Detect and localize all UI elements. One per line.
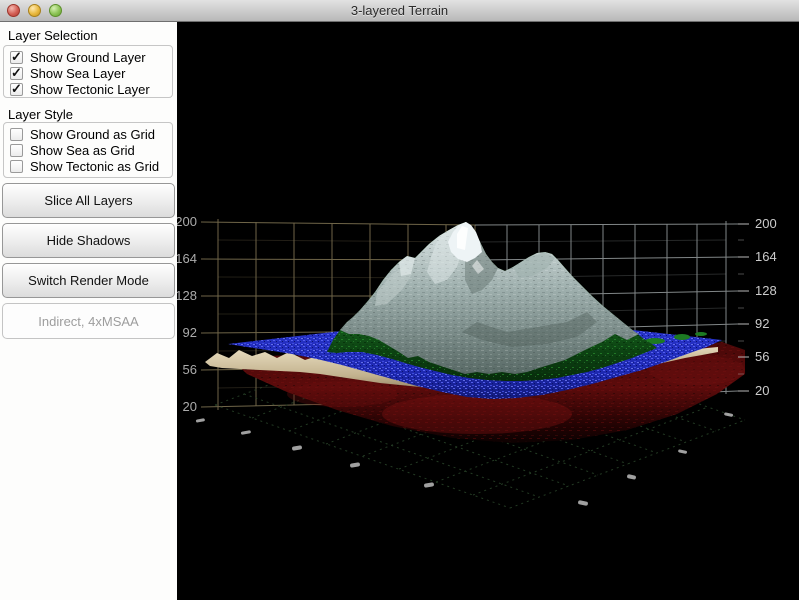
svg-text:56: 56: [183, 362, 197, 377]
close-button[interactable]: [7, 4, 20, 17]
checkbox-label: Show Tectonic as Grid: [30, 158, 160, 174]
svg-text:56: 56: [755, 349, 769, 364]
checkmark-icon: ✓: [11, 48, 22, 64]
checkbox-label: Show Ground as Grid: [30, 126, 156, 142]
checkmark-icon: ✓: [11, 80, 22, 96]
zoom-button[interactable]: [49, 4, 62, 17]
checkbox-show-tectonic-layer[interactable]: ✓ Show Tectonic Layer: [10, 81, 172, 97]
checkbox-box[interactable]: [10, 159, 23, 173]
svg-text:164: 164: [177, 251, 197, 266]
checkbox-box[interactable]: [10, 127, 23, 141]
slice-all-layers-button[interactable]: Slice All Layers: [2, 183, 175, 218]
svg-text:128: 128: [755, 283, 777, 298]
svg-text:92: 92: [755, 316, 769, 331]
axis-right-labels: 200 164 128 92 56 20: [755, 216, 777, 398]
svg-text:164: 164: [755, 249, 777, 264]
layer-style-group: Show Ground as Grid Show Sea as Grid Sho…: [3, 122, 173, 178]
layer-style-heading: Layer Style: [8, 107, 74, 122]
axis-left-labels: 200 164 128 92 56 20: [177, 214, 197, 414]
switch-render-mode-button[interactable]: Switch Render Mode: [2, 263, 175, 298]
checkbox-show-tectonic-as-grid[interactable]: Show Tectonic as Grid: [10, 158, 172, 174]
svg-text:200: 200: [177, 214, 197, 229]
checkbox-label: Show Ground Layer: [30, 49, 146, 65]
traffic-lights: [7, 4, 62, 17]
checkbox-show-ground-layer[interactable]: ✓ Show Ground Layer: [10, 49, 172, 65]
app-window: 3-layered Terrain Layer Selection ✓ Show…: [0, 0, 799, 600]
checkbox-label: Show Tectonic Layer: [30, 81, 150, 97]
layer-selection-group: ✓ Show Ground Layer ✓ Show Sea Layer ✓ S…: [3, 45, 173, 98]
checkbox-show-sea-as-grid[interactable]: Show Sea as Grid: [10, 142, 172, 158]
checkbox-box[interactable]: ✓: [10, 64, 23, 80]
terrain-scene: 200 164 128 92 56 20 200 164 128 92 56 2…: [177, 214, 777, 509]
checkbox-box[interactable]: ✓: [10, 48, 23, 64]
svg-text:20: 20: [183, 399, 197, 414]
checkbox-box[interactable]: ✓: [10, 80, 23, 96]
layer-selection-heading: Layer Selection: [8, 28, 98, 43]
svg-text:92: 92: [183, 325, 197, 340]
window-title: 3-layered Terrain: [350, 3, 449, 18]
svg-text:200: 200: [755, 216, 777, 231]
checkbox-show-sea-layer[interactable]: ✓ Show Sea Layer: [10, 65, 172, 81]
checkbox-label: Show Sea as Grid: [30, 142, 135, 158]
render-mode-status: Indirect, 4xMSAA: [2, 303, 175, 339]
checkbox-box[interactable]: [10, 143, 23, 157]
hide-shadows-button[interactable]: Hide Shadows: [2, 223, 175, 258]
checkbox-show-ground-as-grid[interactable]: Show Ground as Grid: [10, 126, 172, 142]
svg-text:20: 20: [755, 383, 769, 398]
sidebar: Layer Selection ✓ Show Ground Layer ✓ Sh…: [0, 22, 177, 600]
checkbox-label: Show Sea Layer: [30, 65, 126, 81]
checkmark-icon: ✓: [11, 64, 22, 80]
terrain-3d-viewport[interactable]: 200 164 128 92 56 20 200 164 128 92 56 2…: [177, 22, 799, 600]
minimize-button[interactable]: [28, 4, 41, 17]
titlebar[interactable]: 3-layered Terrain: [0, 0, 799, 22]
svg-text:128: 128: [177, 288, 197, 303]
